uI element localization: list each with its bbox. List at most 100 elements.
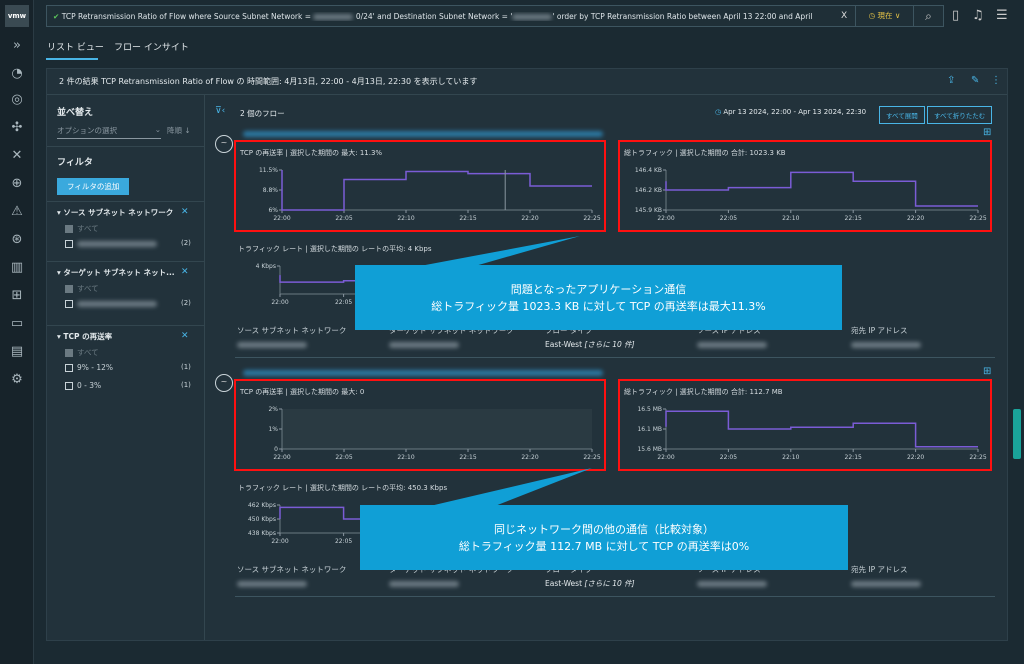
sort-order-button[interactable]: 降順 ↓ [167,125,191,136]
bookmark-icon[interactable]: ▯ [952,8,959,23]
filter-all-label: すべて [77,284,99,293]
filter-option[interactable]: 9% - 12% [65,363,113,372]
chart: 総トラフィック | 選択した期間の 合計: 112.7 MB 15.6 MB 16.… [618,379,992,471]
x-tick-label: 22:10 [782,454,799,461]
chart-plot: 15.6 MB 16.1 MB 16.5 MB 22:00 22:05 22:10 22:1… [637,406,986,461]
dashboard-icon[interactable]: ◔ [0,64,34,84]
y-tick-label: 438 Kbps [248,530,276,537]
flow-icon[interactable]: ~ [215,374,233,392]
checkbox-checked[interactable] [65,285,73,293]
checkbox[interactable] [65,364,73,372]
search-doc-icon[interactable]: ▤ [0,342,34,362]
filter-option[interactable]: 0 - 3% [65,381,101,390]
y-tick-label: 2% [268,406,278,413]
x-tick-label: 22:05 [720,215,737,222]
y-tick-label: 146.2 KB [635,187,662,194]
chart-title: TCP の再送率 | 選択した期間の 最大: 11.3% [240,149,383,157]
y-tick-label: 15.6 MB [637,446,662,453]
network-icon[interactable]: ◎ [0,90,34,110]
x-tick-label: 22:25 [583,215,600,222]
monitor-icon[interactable]: ▭ [0,314,34,334]
more-link[interactable]: [さらに 10 件] [584,579,634,588]
filter-option-count: (1) [181,381,191,389]
checkbox-checked[interactable] [65,349,73,357]
remove-filter-icon[interactable]: ✕ [181,267,189,277]
globe-icon[interactable]: ⊛ [0,230,34,250]
filter-option-label-redacted [77,301,157,307]
divider [47,201,205,202]
search-input[interactable]: ✔ TCP Retransmission Ratio of Flow where… [47,12,841,21]
filter-all[interactable]: すべて [65,347,99,358]
x-tick-label: 22:05 [335,538,352,545]
property-value-redacted [237,581,307,587]
filter-toggle-icon[interactable]: ⊽‹ [215,106,225,116]
more-link[interactable]: [さらに 10 件] [584,340,634,349]
checkbox[interactable] [65,240,73,248]
y-tick-label: 462 Kbps [248,502,276,509]
target-icon[interactable]: ⊕ [0,174,34,194]
y-tick-label: 450 Kbps [248,516,276,523]
tools-icon[interactable]: ✕ [0,146,34,166]
y-tick-label: 0 [274,446,278,453]
tab-list-view[interactable]: リスト ビュー [47,40,104,53]
filter-title: ソース サブネット ネットワーク [63,208,174,217]
checkbox[interactable] [65,300,73,308]
valid-check-icon: ✔ [53,11,60,21]
y-tick-label: 11.5% [259,167,278,174]
series-line [665,410,978,448]
add-filter-button[interactable]: フィルタの追加 [57,178,130,195]
checkbox[interactable] [65,382,73,390]
sort-select[interactable]: オプションの選択 ⌄ [57,125,161,139]
time-selector[interactable]: ◷ 現在 ∨ [855,6,913,26]
x-tick-label: 22:15 [845,215,862,222]
flow-icon[interactable]: ~ [215,135,233,153]
remove-filter-icon[interactable]: ✕ [181,207,189,217]
filter-option[interactable] [65,299,157,308]
more-icon[interactable]: ⋮ [991,75,1001,86]
hub-icon[interactable]: ✣ [0,118,34,138]
search-bar[interactable]: ✔ TCP Retransmission Ratio of Flow where… [46,5,944,27]
filter-all[interactable]: すべて [65,223,99,234]
expand-flow-icon[interactable]: ⊞ [983,127,991,138]
filter-option-count: (2) [181,239,191,247]
flow-count: 2 個のフロー [240,109,285,118]
menu-icon[interactable]: ☰ [996,8,1008,23]
collapse-all-button[interactable]: すべて折りたたむ [927,106,993,124]
active-tab-indicator [46,58,98,60]
side-feedback-tab[interactable] [1013,409,1021,459]
filter-option[interactable] [65,239,157,248]
alert-icon[interactable]: ⚠ [0,202,34,222]
filter-all[interactable]: すべて [65,283,99,294]
expand-flow-icon[interactable]: ⊞ [983,366,991,377]
x-tick-label: 22:20 [907,215,924,222]
analytics-icon[interactable]: ▥ [0,258,34,278]
x-tick-label: 22:00 [657,215,674,222]
share-icon[interactable]: ⇪ [947,75,955,86]
filter-header[interactable]: ▾ ターゲット サブネット ネット... [57,267,175,278]
vmw-logo: vmw [5,5,29,27]
settings-icon[interactable]: ⚙ [0,370,34,390]
checkbox-checked[interactable] [65,225,73,233]
chart-title: TCP の再送率 | 選択した期間の 最大: 0 [240,388,365,396]
clear-icon[interactable]: X [841,11,855,21]
expand-nav-icon[interactable]: » [0,36,34,56]
search-icon[interactable]: ⌕ [913,6,943,26]
y-tick-label: 16.1 MB [637,426,662,433]
remove-filter-icon[interactable]: ✕ [181,331,189,341]
flow-title-redacted[interactable] [243,370,603,376]
tab-flow-insight[interactable]: フロー インサイト [114,40,189,53]
flow-title-redacted[interactable] [243,131,603,137]
chart-title: トラフィック レート | 選択した期間の レートの平均: 4 Kbps [238,245,432,253]
filter-header[interactable]: ▾ ソース サブネット ネットワーク [57,207,173,218]
callout-line-2: 総トラフィック量 1023.3 KB に対して TCP の再送率は最大11.3% [431,299,766,313]
chevron-down-icon: ⌄ [154,125,161,134]
filter-header[interactable]: ▾ TCP の再送率 [57,331,112,342]
x-tick-label: 22:10 [782,215,799,222]
filter-all-label: すべて [77,224,99,233]
divider [47,261,205,262]
time-range-text: Apr 13 2024, 22:00 - Apr 13 2024, 22:30 [723,108,867,116]
pin-icon[interactable]: ✎ [971,75,979,86]
bell-icon[interactable]: ♫ [972,8,984,23]
topology-icon[interactable]: ⊞ [0,286,34,306]
expand-all-button[interactable]: すべて展開 [879,106,925,124]
